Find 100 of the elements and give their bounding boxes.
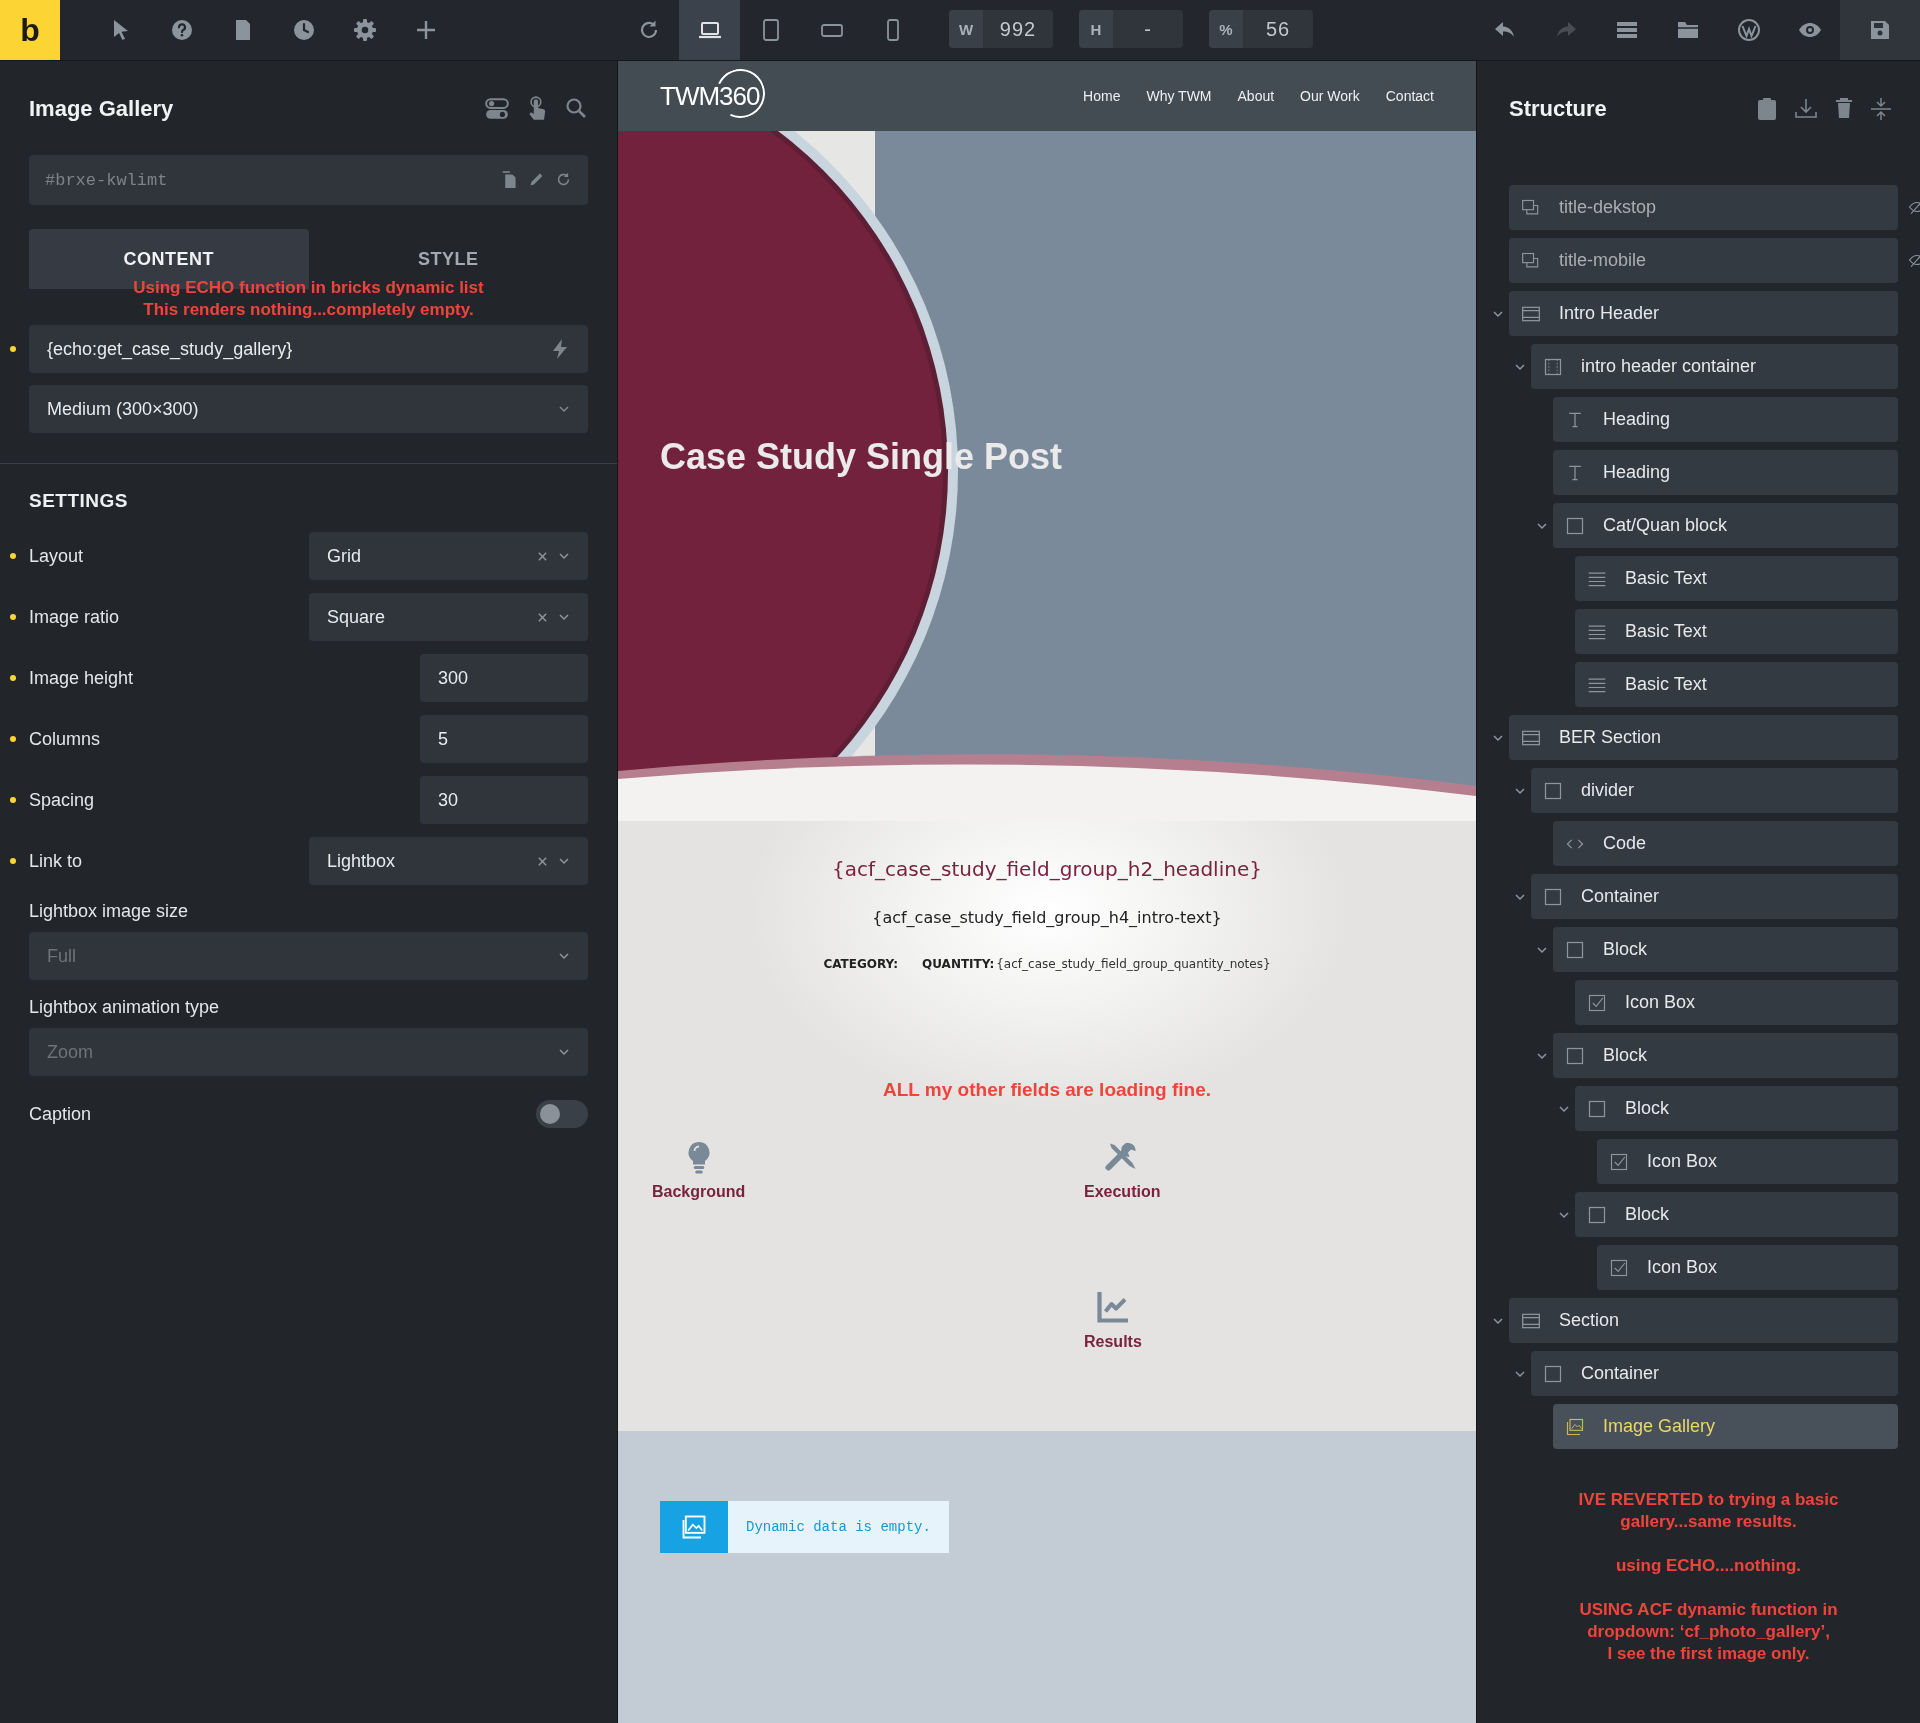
- dimension-value: 56: [1264, 17, 1292, 41]
- chevron-icon: [558, 550, 570, 562]
- structure-item[interactable]: Container: [1531, 1351, 1898, 1396]
- block-icon: [1565, 515, 1585, 536]
- copy-icon[interactable]: [502, 171, 518, 189]
- structure-item[interactable]: Block: [1575, 1086, 1898, 1131]
- structure-item[interactable]: Icon Box: [1575, 980, 1898, 1025]
- laptop-button[interactable]: [679, 0, 740, 60]
- structure-item[interactable]: Basic Text: [1575, 662, 1898, 707]
- trash-icon[interactable]: [1834, 97, 1854, 119]
- structure-item[interactable]: Heading: [1553, 397, 1898, 442]
- settings-icon: [352, 18, 377, 42]
- select-field[interactable]: Lightbox: [309, 837, 588, 885]
- dimension-label: H: [1079, 10, 1113, 48]
- annotation-text: ALL my other fields are loading fine.: [883, 1079, 1211, 1101]
- dimension-field[interactable]: W 992: [949, 10, 1053, 48]
- intro-text: {acf_case_study_field_group_h4_intro-text}: [872, 908, 1222, 927]
- icon-box-label: Results: [1084, 1333, 1142, 1351]
- dimension-field[interactable]: % 56: [1209, 10, 1313, 48]
- save-button[interactable]: [1840, 0, 1920, 60]
- dimension-value: 992: [998, 17, 1038, 41]
- setting-label: Link to: [29, 850, 83, 872]
- nav-link[interactable]: Contact: [1385, 88, 1434, 104]
- dimension-value: -: [1143, 17, 1153, 41]
- checked-box-icon: [1609, 1257, 1629, 1278]
- setting-label: Layout: [29, 545, 84, 567]
- panel-title: Structure: [1509, 96, 1607, 122]
- structure-item[interactable]: Code: [1553, 821, 1898, 866]
- structure-item[interactable]: intro header container: [1531, 344, 1898, 389]
- setting-label: Image height: [29, 667, 134, 689]
- nav-link[interactable]: Why TWM: [1146, 88, 1212, 104]
- block-icon: [1587, 1098, 1607, 1119]
- circle-logo-icon: [1736, 18, 1761, 42]
- toggle-switch[interactable]: [536, 1100, 588, 1128]
- save-icon: [1868, 18, 1892, 42]
- setting-label: Lightbox image size: [29, 900, 190, 923]
- block-icon: [1543, 886, 1563, 907]
- quantity-notes: {acf_case_study_field_group_quantity_notes}: [996, 957, 1271, 971]
- notice-text: Dynamic data is empty.: [745, 1518, 932, 1537]
- chevron-icon: [558, 611, 570, 623]
- select-field[interactable]: Grid: [309, 532, 588, 580]
- chevron-icon: [558, 950, 570, 962]
- quantity-label: QUANTITY:: [922, 957, 995, 971]
- structure-item[interactable]: Basic Text: [1575, 556, 1898, 601]
- structure-item[interactable]: Cat/Quan block: [1553, 503, 1898, 548]
- clear-icon: [537, 855, 548, 867]
- image-size-select[interactable]: Medium (300×300): [29, 385, 588, 433]
- panel-title: Image Gallery: [29, 96, 174, 122]
- pencil-icon[interactable]: [528, 171, 545, 188]
- setting-label: Image ratio: [29, 606, 120, 628]
- setting-label: Caption: [29, 1103, 92, 1125]
- select-field[interactable]: Square: [309, 593, 588, 641]
- clipboard-icon[interactable]: [1756, 97, 1778, 121]
- image-icon: [1565, 1416, 1585, 1437]
- dimension-field[interactable]: H -: [1079, 10, 1183, 48]
- line-chart-icon: [1094, 1289, 1131, 1325]
- structure-item[interactable]: Icon Box: [1597, 1245, 1898, 1290]
- help-icon: [169, 18, 194, 42]
- structure-item[interactable]: BER Section: [1509, 715, 1898, 760]
- structure-item[interactable]: Icon Box: [1597, 1139, 1898, 1184]
- dimension-label: W: [949, 10, 983, 48]
- chevron-icon: [558, 403, 570, 415]
- checked-box-icon: [1587, 992, 1607, 1013]
- number-field[interactable]: 300: [420, 654, 588, 702]
- reload-icon[interactable]: [555, 171, 572, 188]
- nav-link[interactable]: About: [1237, 88, 1275, 104]
- image-icon: [680, 1513, 708, 1541]
- chevron-icon: [558, 1046, 570, 1058]
- number-field[interactable]: 5: [420, 715, 588, 763]
- bolt-icon[interactable]: [550, 338, 570, 360]
- nav-link[interactable]: Our Work: [1300, 88, 1360, 104]
- block-icon: [1587, 1204, 1607, 1225]
- block-icon: [1543, 1363, 1563, 1384]
- icon-box-label: Execution: [1084, 1183, 1161, 1201]
- structure-item[interactable]: Heading: [1553, 450, 1898, 495]
- block-icon: [1565, 1045, 1585, 1066]
- download-icon[interactable]: [1794, 97, 1818, 121]
- collapse-icon[interactable]: [1870, 97, 1892, 121]
- container-icon: [1543, 356, 1563, 377]
- logo-button[interactable]: b: [0, 0, 60, 60]
- dimension-label: %: [1209, 10, 1243, 48]
- structure-item[interactable]: Intro Header: [1509, 291, 1898, 336]
- structure-item[interactable]: Container: [1531, 874, 1898, 919]
- structure-item[interactable]: Image Gallery: [1553, 1404, 1898, 1449]
- search-icon[interactable]: [564, 96, 588, 120]
- chevron-icon: [558, 855, 570, 867]
- clear-icon: [537, 611, 548, 623]
- checked-box-icon: [1609, 1151, 1629, 1172]
- structure-item[interactable]: Block: [1553, 927, 1898, 972]
- structure-item[interactable]: Section: [1509, 1298, 1898, 1343]
- category-label: CATEGORY:: [823, 957, 899, 971]
- setting-label: Columns: [29, 728, 101, 750]
- structure-item[interactable]: divider: [1531, 768, 1898, 813]
- nav-link[interactable]: Home: [1083, 88, 1121, 104]
- structure-item[interactable]: Block: [1553, 1033, 1898, 1078]
- number-field[interactable]: 30: [420, 776, 588, 824]
- toggle-icon[interactable]: [484, 96, 510, 122]
- icon-box-label: Background: [652, 1183, 746, 1201]
- structure-item[interactable]: Block: [1575, 1192, 1898, 1237]
- structure-item[interactable]: Basic Text: [1575, 609, 1898, 654]
